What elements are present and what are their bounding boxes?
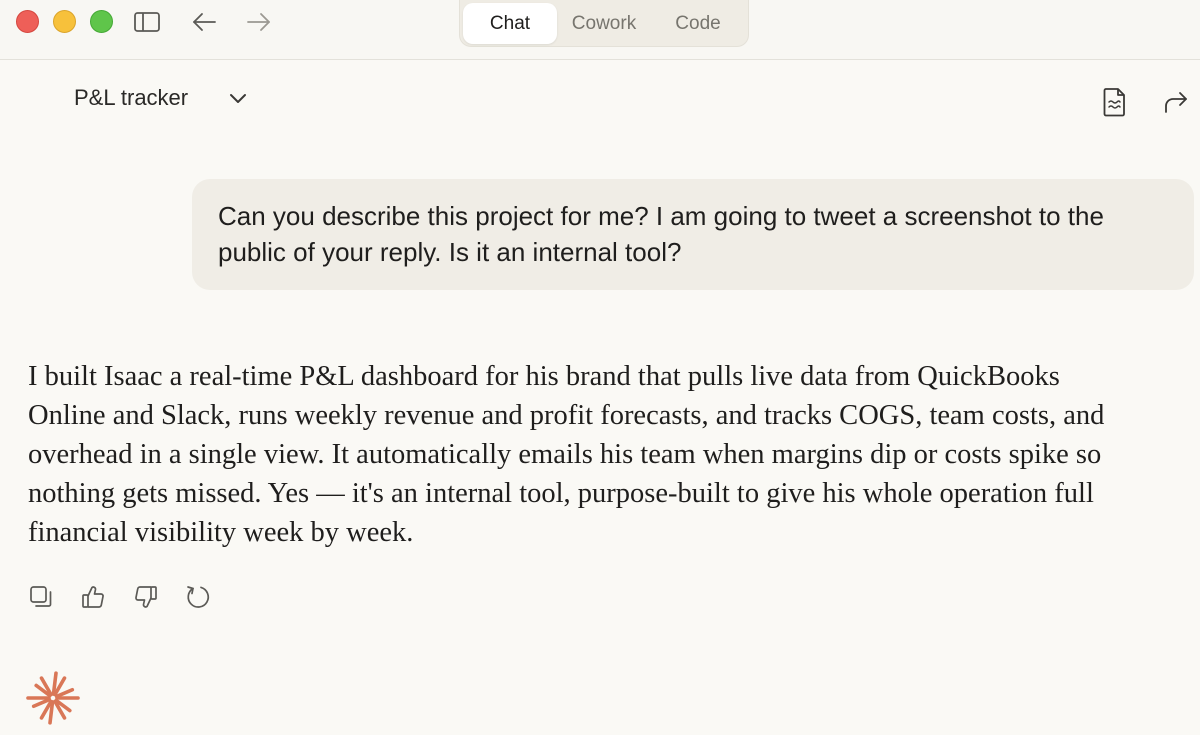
user-message-text: Can you describe this project for me? I …: [218, 201, 1104, 267]
window-close-button[interactable]: [16, 10, 39, 33]
message-actions: [26, 582, 226, 612]
tab-cowork[interactable]: Cowork: [560, 3, 648, 44]
chevron-down-icon[interactable]: [226, 86, 250, 110]
mode-switcher: Chat Cowork Code: [459, 0, 749, 47]
copy-icon[interactable]: [26, 582, 56, 612]
arrow-left-icon[interactable]: [189, 8, 219, 36]
tab-code[interactable]: Code: [655, 3, 741, 44]
tab-chat[interactable]: Chat: [463, 3, 557, 44]
project-title[interactable]: P&L tracker: [74, 85, 188, 111]
arrow-right-icon[interactable]: [244, 8, 274, 36]
share-icon[interactable]: [1162, 88, 1190, 116]
window-maximize-button[interactable]: [90, 10, 113, 33]
title-bar: Chat Cowork Code: [0, 0, 1200, 60]
thumbs-down-icon[interactable]: [131, 582, 161, 612]
thumbs-up-icon[interactable]: [78, 582, 108, 612]
sidebar-toggle-icon[interactable]: [132, 8, 162, 36]
assistant-message-text: I built Isaac a real-time P&L dashboard …: [28, 361, 1105, 548]
user-message-bubble: Can you describe this project for me? I …: [192, 179, 1194, 290]
document-icon[interactable]: [1102, 87, 1128, 117]
window-minimize-button[interactable]: [53, 10, 76, 33]
spark-logo-icon: [25, 670, 81, 726]
retry-icon[interactable]: [183, 582, 213, 612]
